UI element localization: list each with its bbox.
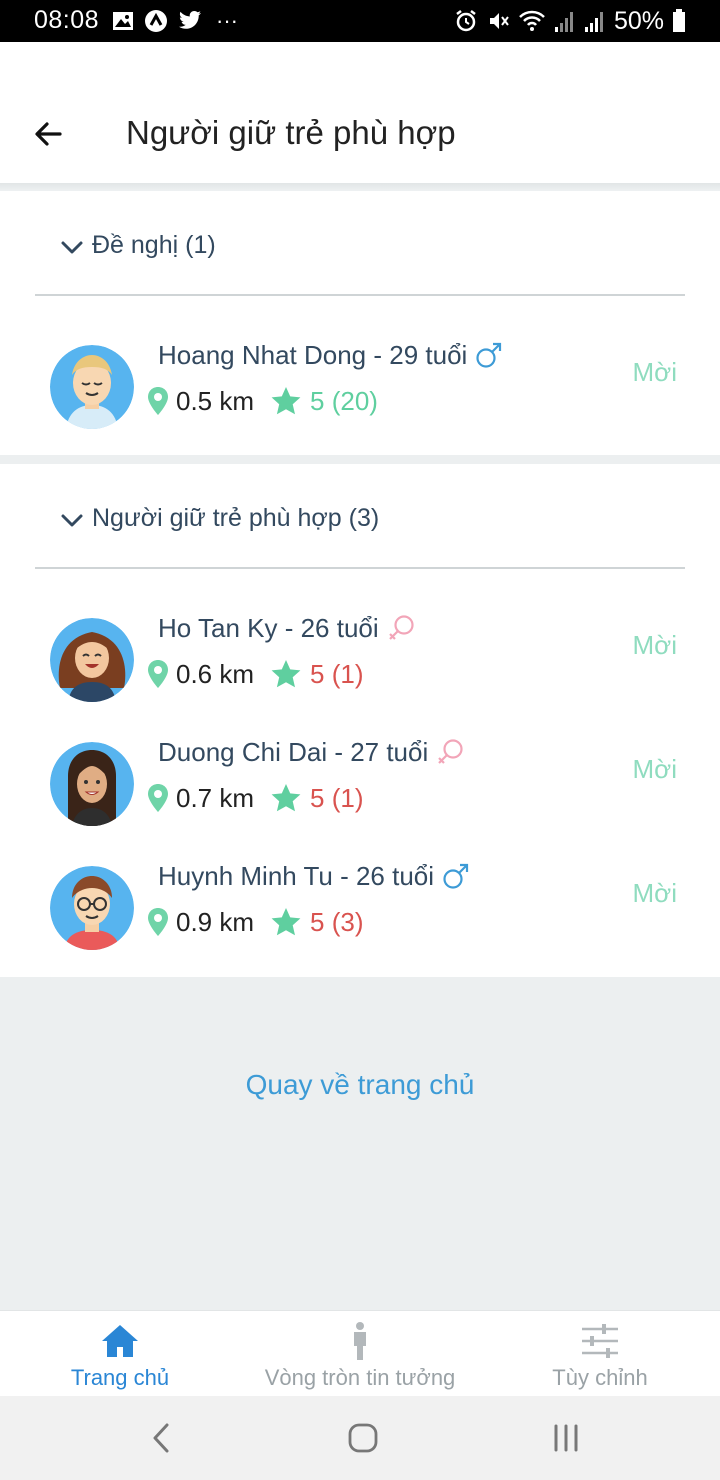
rating: 5 (1) xyxy=(310,658,364,689)
female-icon xyxy=(438,739,463,764)
star-icon xyxy=(271,784,301,812)
star-icon xyxy=(271,660,301,688)
distance: 0.6 km xyxy=(176,658,255,689)
more-notifications: ··· xyxy=(216,8,238,33)
invite-button[interactable]: Mời xyxy=(633,754,677,785)
nav-item-home[interactable]: Trang chủ xyxy=(60,1311,180,1397)
star-icon xyxy=(271,387,301,415)
system-home-button[interactable] xyxy=(343,1418,383,1458)
person-icon xyxy=(354,1322,366,1360)
home-icon xyxy=(102,1325,138,1357)
nav-item-settings[interactable]: Tùy chỉnh xyxy=(540,1311,660,1397)
location-pin-icon xyxy=(148,908,168,936)
notification-icons: ··· xyxy=(112,8,238,34)
bottom-nav: Trang chủ Vòng tròn tin tưởng Tùy chỉnh xyxy=(0,1310,720,1396)
back-button[interactable] xyxy=(28,114,68,154)
section-matching-sitters: Người giữ trẻ phù hợp (3) Ho Tan Ky - 26… xyxy=(0,464,720,977)
section-header-suggestions[interactable]: Đề nghị (1) xyxy=(60,225,216,265)
battery-percent: 50% xyxy=(613,6,664,35)
section-label: Đề nghị (1) xyxy=(92,230,216,259)
arrow-left-icon xyxy=(35,122,62,146)
distance: 0.7 km xyxy=(176,782,255,813)
chevron-down-icon xyxy=(61,514,83,527)
divider xyxy=(35,294,685,296)
status-time: 08:08 xyxy=(34,6,100,34)
list-item[interactable]: Huynh Minh Tu - 26 tuổi 0.9 km 5 (3) Mời xyxy=(0,858,720,968)
system-recents-button[interactable] xyxy=(546,1418,586,1458)
page-title: Người giữ trẻ phù hợp xyxy=(126,114,456,151)
invite-button[interactable]: Mời xyxy=(633,878,677,909)
list-item[interactable]: Ho Tan Ky - 26 tuổi 0.6 km 5 (1) Mời xyxy=(0,610,720,720)
section-label: Người giữ trẻ phù hợp (3) xyxy=(92,503,380,532)
mute-icon xyxy=(489,13,509,29)
section-suggestions: Đề nghị (1) Hoang Nhat Dong - 29 tuổi 0.… xyxy=(0,191,720,455)
recents-icon xyxy=(554,1424,578,1452)
section-gap xyxy=(0,455,720,464)
location-pin-icon xyxy=(148,660,168,688)
location-pin-icon xyxy=(148,387,168,415)
battery-icon xyxy=(673,9,685,32)
app-bar: Người giữ trẻ phù hợp xyxy=(0,42,720,183)
female-icon xyxy=(388,615,414,640)
system-status-icons: 50% xyxy=(454,6,686,36)
back-to-home-link[interactable]: Quay về trang chủ xyxy=(0,1069,720,1101)
person-meta: 0.9 km 5 (3) xyxy=(146,904,364,940)
rating: 5 (1) xyxy=(310,782,364,813)
nav-label: Vòng tròn tin tưởng xyxy=(264,1365,456,1390)
person-meta: 0.6 km 5 (1) xyxy=(146,656,364,692)
person-meta: 0.5 km 5 (20) xyxy=(146,383,378,419)
app-bar-shadow xyxy=(0,183,720,191)
male-icon xyxy=(443,863,469,889)
rounded-square-icon xyxy=(348,1423,378,1453)
distance: 0.5 km xyxy=(176,385,255,416)
sliders-icon xyxy=(582,1324,618,1358)
person-name-age: Huynh Minh Tu - 26 tuổi xyxy=(158,858,472,894)
avatar-blond-man xyxy=(50,345,134,429)
gallery-icon xyxy=(113,12,133,30)
avatar-curly-hair-woman xyxy=(50,618,134,702)
list-item[interactable]: Hoang Nhat Dong - 29 tuổi 0.5 km 5 (20) … xyxy=(0,337,720,447)
alarm-icon xyxy=(456,10,476,32)
signal-icon-1 xyxy=(554,12,573,32)
male-icon xyxy=(476,342,502,368)
distance: 0.9 km xyxy=(176,906,255,937)
footer-area: Quay về trang chủ xyxy=(0,977,720,1310)
wifi-icon xyxy=(519,10,545,31)
nav-label: Tùy chỉnh xyxy=(552,1365,648,1390)
nav-item-trust-circle[interactable]: Vòng tròn tin tưởng xyxy=(255,1311,465,1397)
person-name-age: Duong Chi Dai - 27 tuổi xyxy=(158,734,466,770)
avatar-glasses-man xyxy=(50,866,134,950)
location-pin-icon xyxy=(148,784,168,812)
list-item[interactable]: Duong Chi Dai - 27 tuổi 0.7 km 5 (1) Mời xyxy=(0,734,720,844)
invite-button[interactable]: Mời xyxy=(633,630,677,661)
person-name-age: Hoang Nhat Dong - 29 tuổi xyxy=(158,337,505,373)
chevron-left-icon xyxy=(153,1423,169,1453)
rating: 5 (20) xyxy=(310,385,378,416)
system-back-button[interactable] xyxy=(142,1418,182,1458)
twitter-icon xyxy=(179,11,201,29)
person-name-age: Ho Tan Ky - 26 tuổi xyxy=(158,610,417,646)
app-circle-icon xyxy=(145,10,167,32)
divider xyxy=(35,567,685,569)
chevron-down-icon xyxy=(61,241,83,254)
star-icon xyxy=(271,908,301,936)
nav-label: Trang chủ xyxy=(70,1365,170,1390)
person-meta: 0.7 km 5 (1) xyxy=(146,780,364,816)
system-nav-bar xyxy=(0,1396,720,1480)
rating: 5 (3) xyxy=(310,906,364,937)
signal-icon-2 xyxy=(584,12,603,32)
section-header-matching[interactable]: Người giữ trẻ phù hợp (3) xyxy=(60,498,379,538)
invite-button[interactable]: Mời xyxy=(633,357,677,388)
status-bar: 08:08 ··· 50% xyxy=(0,0,720,42)
avatar-dark-hair-woman xyxy=(50,742,134,826)
